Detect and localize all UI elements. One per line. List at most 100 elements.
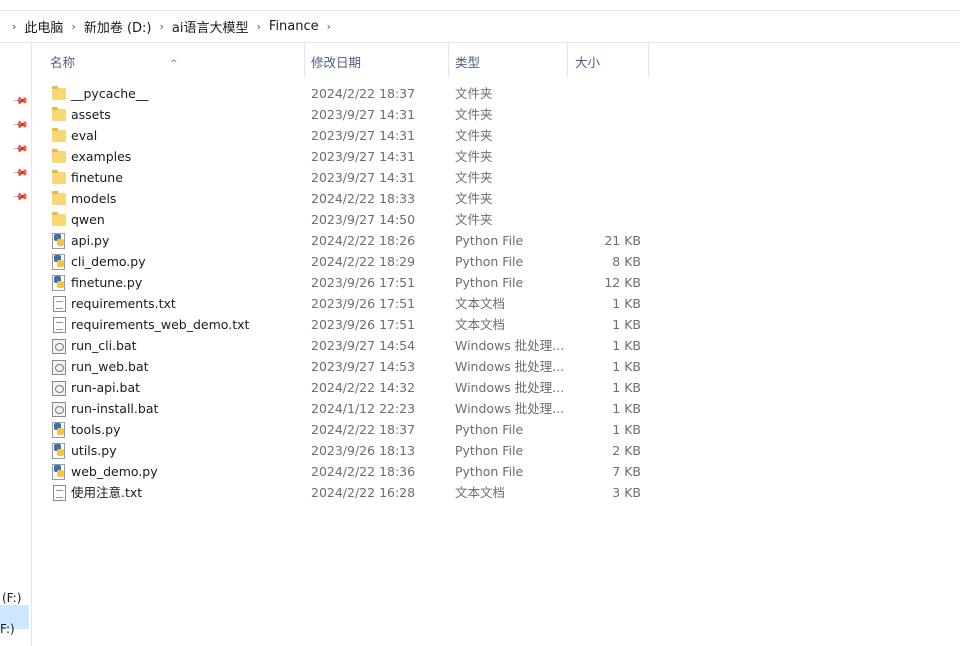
file-date: 2023/9/27 14:31: [311, 107, 416, 122]
file-size: 1 KB: [612, 338, 641, 353]
file-row[interactable]: tools.py 2024/2/22 18:37 Python File 1 KB: [46, 419, 650, 440]
file-row[interactable]: utils.py 2023/9/26 18:13 Python File 2 KB: [46, 440, 650, 461]
file-row[interactable]: qwen 2023/9/27 14:50 文件夹: [46, 209, 650, 230]
batch-file-icon: [52, 360, 66, 375]
file-row[interactable]: run-api.bat 2024/2/22 14:32 Windows 批处理...…: [46, 377, 650, 398]
file-size: 1 KB: [612, 401, 641, 416]
file-name: 使用注意.txt: [71, 485, 143, 500]
file-row[interactable]: run_cli.bat 2023/9/27 14:54 Windows 批处理...…: [46, 335, 650, 356]
file-date: 2024/2/22 18:37: [311, 422, 416, 437]
file-size: 3 KB: [612, 485, 641, 500]
file-row[interactable]: requirements.txt 2023/9/26 17:51 文本文档 1 KB: [46, 293, 650, 314]
python-file-icon: [52, 254, 66, 270]
column-header-size[interactable]: 大小: [568, 43, 649, 77]
python-file-icon: [52, 422, 66, 438]
file-name: run_cli.bat: [71, 338, 137, 353]
batch-file-icon: [52, 339, 66, 354]
file-row[interactable]: api.py 2024/2/22 18:26 Python File 21 KB: [46, 230, 650, 251]
python-file-icon: [52, 233, 66, 249]
column-header-type[interactable]: 类型: [448, 43, 568, 77]
file-type: 文本文档: [455, 485, 506, 500]
python-file-icon: [52, 275, 66, 291]
chevron-right-icon[interactable]: ›: [319, 20, 339, 33]
file-size: 8 KB: [612, 254, 641, 269]
file-size: [566, 125, 641, 146]
file-row[interactable]: finetune 2023/9/27 14:31 文件夹: [46, 167, 650, 188]
file-type: 文件夹: [455, 128, 493, 143]
breadcrumb-item-ai-folder[interactable]: ai语言大模型: [172, 17, 249, 36]
chevron-right-icon[interactable]: ›: [152, 20, 172, 33]
folder-icon: [52, 86, 66, 100]
file-date: 2024/2/22 16:28: [311, 485, 416, 500]
file-name: examples: [71, 149, 132, 164]
file-type: 文件夹: [455, 149, 493, 164]
navigation-pane: 📌 📌 📌 📌 📌 (F:) F:): [0, 43, 32, 646]
file-name: tools.py: [71, 422, 121, 437]
file-row[interactable]: finetune.py 2023/9/26 17:51 Python File 12 …: [46, 272, 650, 293]
chevron-right-icon[interactable]: ›: [4, 20, 24, 33]
file-type: 文本文档: [455, 317, 506, 332]
file-size: 1 KB: [612, 317, 641, 332]
column-header-date[interactable]: 修改日期: [304, 43, 449, 77]
text-file-icon: [53, 317, 66, 333]
file-date: 2024/2/22 18:26: [311, 233, 416, 248]
breadcrumb-item-this-pc[interactable]: 此电脑: [24, 17, 63, 36]
file-date: 2023/9/27 14:31: [311, 128, 416, 143]
file-size: [566, 209, 641, 230]
file-row[interactable]: run_web.bat 2023/9/27 14:53 Windows 批处理...…: [46, 356, 650, 377]
file-row[interactable]: cli_demo.py 2024/2/22 18:29 Python File 8 K…: [46, 251, 650, 272]
file-name: cli_demo.py: [71, 254, 146, 269]
file-date: 2023/9/27 14:31: [311, 170, 416, 185]
file-type: Windows 批处理...: [455, 401, 565, 416]
batch-file-icon: [52, 402, 66, 417]
chevron-right-icon[interactable]: ›: [249, 20, 269, 33]
file-size: 1 KB: [612, 359, 641, 374]
nav-item-drive-f-2[interactable]: F:): [0, 622, 15, 636]
file-name: run-install.bat: [71, 401, 159, 416]
breadcrumb-item-drive-d[interactable]: 新加卷 (D:): [84, 17, 152, 36]
file-type: Python File: [455, 464, 524, 479]
file-row[interactable]: examples 2023/9/27 14:31 文件夹: [46, 146, 650, 167]
breadcrumb-item-finance[interactable]: Finance: [269, 19, 319, 34]
file-size: [566, 188, 641, 209]
file-row[interactable]: assets 2023/9/27 14:31 文件夹: [46, 104, 650, 125]
folder-icon: [52, 128, 66, 142]
file-size: 12 KB: [604, 275, 641, 290]
file-date: 2024/2/22 14:32: [311, 380, 416, 395]
file-name: run-api.bat: [71, 380, 141, 395]
column-header-name[interactable]: ^ 名称: [43, 43, 305, 77]
file-type: Windows 批处理...: [455, 359, 565, 374]
pin-icon: 📌: [11, 117, 29, 134]
file-date: 2023/9/27 14:53: [311, 359, 416, 374]
file-row[interactable]: eval 2023/9/27 14:31 文件夹: [46, 125, 650, 146]
file-name: finetune.py: [71, 275, 143, 290]
file-type: Windows 批处理...: [455, 380, 565, 395]
python-file-icon: [52, 443, 66, 459]
pin-icon: 📌: [11, 189, 29, 206]
folder-icon: [52, 107, 66, 121]
file-date: 2023/9/26 17:51: [311, 296, 416, 311]
file-date: 2024/2/22 18:37: [311, 86, 416, 101]
file-row[interactable]: web_demo.py 2024/2/22 18:36 Python File 7 K…: [46, 461, 650, 482]
file-size: 21 KB: [604, 233, 641, 248]
file-name: run_web.bat: [71, 359, 149, 374]
file-type: Windows 批处理...: [455, 338, 565, 353]
file-size: 1 KB: [612, 296, 641, 311]
file-name: assets: [71, 107, 111, 122]
nav-item-drive-f[interactable]: (F:): [2, 591, 21, 605]
file-row[interactable]: models 2024/2/22 18:33 文件夹: [46, 188, 650, 209]
address-bar[interactable]: › 此电脑 › 新加卷 (D:) › ai语言大模型 › Finance ›: [0, 11, 960, 43]
file-size: 2 KB: [612, 443, 641, 458]
batch-file-icon: [52, 381, 66, 396]
file-size: [566, 167, 641, 188]
file-date: 2024/2/22 18:33: [311, 191, 416, 206]
folder-icon: [52, 191, 66, 205]
file-type: 文件夹: [455, 170, 493, 185]
file-type: 文件夹: [455, 86, 493, 101]
chevron-right-icon[interactable]: ›: [63, 20, 83, 33]
pin-icon: 📌: [11, 165, 29, 182]
file-row[interactable]: requirements_web_demo.txt 2023/9/26 17:51…: [46, 314, 650, 335]
file-row[interactable]: __pycache__ 2024/2/22 18:37 文件夹: [46, 83, 650, 104]
file-row[interactable]: 使用注意.txt 2024/2/22 16:28 文本文档 3 KB: [46, 482, 650, 503]
file-row[interactable]: run-install.bat 2024/1/12 22:23 Windows 批处…: [46, 398, 650, 419]
